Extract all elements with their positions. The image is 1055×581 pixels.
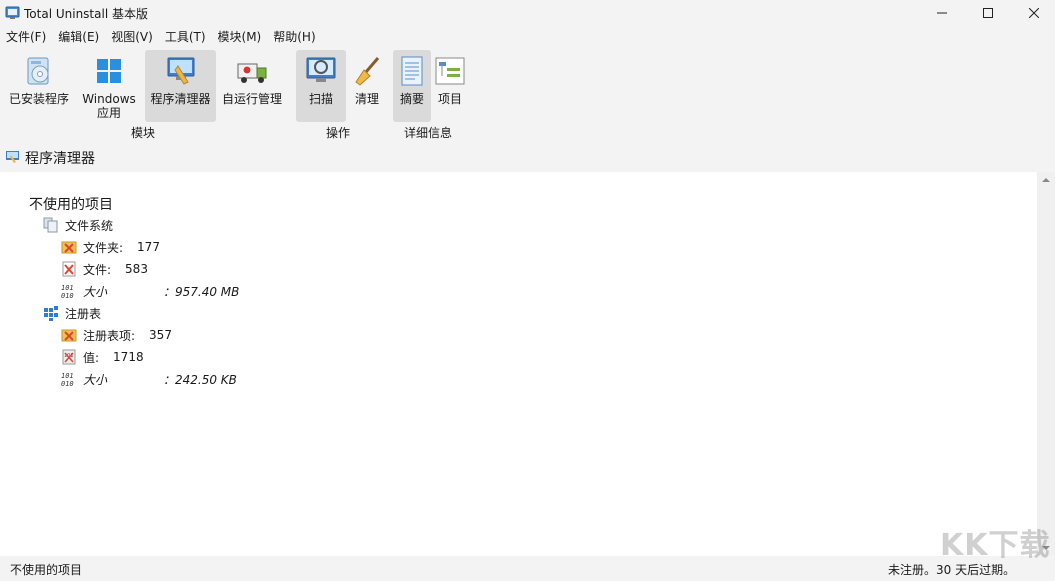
filesystem-size-value: ：957.40 MB — [163, 284, 240, 299]
autorun-manager-label: 自运行管理 — [221, 92, 282, 106]
title-bar: Total Uninstall 基本版 — [0, 0, 1055, 26]
autorun-manager-button[interactable]: 自运行管理 — [218, 50, 286, 122]
scan-label: 扫描 — [308, 92, 333, 106]
items-button[interactable]: 项目 — [432, 50, 468, 122]
content-area: 不使用的项目 文件系统 文件夹: 177 文件: 583 101 010 大小 — [0, 172, 1037, 556]
tree-root-unused-items[interactable]: 不使用的项目 — [29, 194, 113, 214]
actions-group-label: 操作 — [326, 126, 351, 140]
registry-keys-label: 注册表项: — [83, 328, 136, 343]
menu-edit[interactable]: 编辑(E) — [52, 27, 105, 48]
svg-text:101: 101 — [61, 284, 74, 292]
tree-node-registry-keys[interactable]: 注册表项: 357 — [61, 326, 172, 344]
maximize-button[interactable] — [965, 0, 1011, 26]
ribbon-toolbar: 已安装程序 Windows 应用 程序清理器 自运行管理 模块 扫描 清理 操作… — [0, 48, 1055, 144]
windows-apps-label-line2: 应用 — [96, 106, 121, 120]
program-cleaner-button[interactable]: 程序清理器 — [145, 50, 216, 122]
file-delete-icon — [62, 261, 76, 277]
maximize-icon — [983, 8, 993, 18]
windows-apps-button[interactable]: Windows 应用 — [78, 50, 140, 122]
tree-node-files[interactable]: 文件: 583 — [61, 260, 148, 278]
pane-title: 程序清理器 — [25, 151, 95, 167]
broom-icon — [355, 57, 380, 86]
modules-group-label: 模块 — [131, 126, 156, 140]
clean-button[interactable]: 清理 — [348, 50, 386, 122]
windows-logo-icon — [97, 59, 121, 83]
menu-help[interactable]: 帮助(H) — [267, 27, 321, 48]
scan-button[interactable]: 扫描 — [296, 50, 346, 122]
close-icon — [1029, 8, 1039, 18]
registry-label: 注册表 — [65, 306, 102, 321]
registry-values-label: 值: — [83, 350, 100, 365]
minimize-icon — [937, 12, 947, 14]
tree-node-registry-values[interactable]: 101 值: 1718 — [61, 348, 144, 366]
registry-icon — [44, 306, 58, 321]
vertical-scrollbar[interactable] — [1037, 172, 1055, 556]
filesystem-size-label: 大小 — [83, 284, 108, 299]
status-text-left: 不使用的项目 — [10, 563, 83, 577]
autorun-truck-icon — [237, 63, 267, 83]
folders-label: 文件夹: — [83, 240, 124, 255]
scan-icon — [306, 57, 336, 82]
windows-apps-label-line1: Windows — [82, 92, 136, 106]
program-cleaner-label: 程序清理器 — [150, 92, 211, 106]
menu-modules[interactable]: 模块(M) — [212, 27, 268, 48]
tree-node-registry[interactable]: 注册表 — [43, 304, 101, 322]
registry-key-delete-icon — [61, 329, 77, 342]
registry-size-value: ：242.50 KB — [163, 372, 237, 387]
summary-document-icon — [401, 56, 423, 86]
svg-text:010: 010 — [61, 380, 74, 387]
filesystem-label: 文件系统 — [65, 218, 114, 233]
installed-programs-button[interactable]: 已安装程序 — [4, 50, 74, 122]
registry-size-label: 大小 — [83, 372, 108, 387]
files-count: 583 — [125, 262, 148, 276]
minimize-button[interactable] — [919, 0, 965, 26]
window-title: Total Uninstall 基本版 — [24, 7, 148, 21]
tree-node-folders[interactable]: 文件夹: 177 — [61, 238, 160, 256]
app-icon — [5, 6, 20, 19]
menu-tools[interactable]: 工具(T) — [159, 27, 212, 48]
status-bar: 不使用的项目 未注册。30 天后过期。 — [0, 556, 1055, 581]
summary-label: 摘要 — [399, 92, 424, 106]
registry-keys-count: 357 — [149, 328, 172, 342]
folder-delete-icon — [61, 241, 77, 254]
items-label: 项目 — [437, 92, 462, 106]
installed-programs-icon — [27, 57, 49, 85]
program-cleaner-icon — [167, 57, 194, 85]
svg-text:010: 010 — [61, 292, 74, 299]
files-label: 文件: — [83, 262, 112, 277]
watermark-logo: KK下载 — [940, 528, 1051, 563]
clean-label: 清理 — [354, 92, 379, 106]
tree-node-registry-size[interactable]: 101 010 大小 ：242.50 KB — [61, 370, 237, 388]
items-tree-icon — [435, 57, 465, 85]
tree-node-filesystem[interactable]: 文件系统 — [43, 216, 113, 234]
scroll-up-button[interactable] — [1037, 172, 1055, 188]
details-group-label: 详细信息 — [404, 126, 453, 140]
menu-view[interactable]: 视图(V) — [105, 27, 159, 48]
svg-text:101: 101 — [61, 372, 74, 380]
pane-header: 程序清理器 — [0, 146, 1055, 170]
program-cleaner-small-icon — [6, 151, 19, 163]
menu-file[interactable]: 文件(F) — [0, 27, 52, 48]
chevron-up-icon — [1042, 178, 1050, 182]
menu-bar: 文件(F) 编辑(E) 视图(V) 工具(T) 模块(M) 帮助(H) — [0, 27, 1055, 48]
close-button[interactable] — [1011, 0, 1055, 26]
installed-programs-label: 已安装程序 — [8, 92, 69, 106]
binary-size-icon: 101 010 — [61, 372, 74, 387]
files-stack-icon — [43, 217, 58, 233]
binary-size-icon: 101 010 — [61, 284, 74, 299]
registry-values-count: 1718 — [113, 350, 144, 364]
summary-button[interactable]: 摘要 — [393, 50, 431, 122]
tree-node-filesystem-size[interactable]: 101 010 大小 ：957.40 MB — [61, 282, 239, 300]
folders-count: 177 — [137, 240, 160, 254]
registry-value-delete-icon: 101 — [62, 349, 76, 365]
